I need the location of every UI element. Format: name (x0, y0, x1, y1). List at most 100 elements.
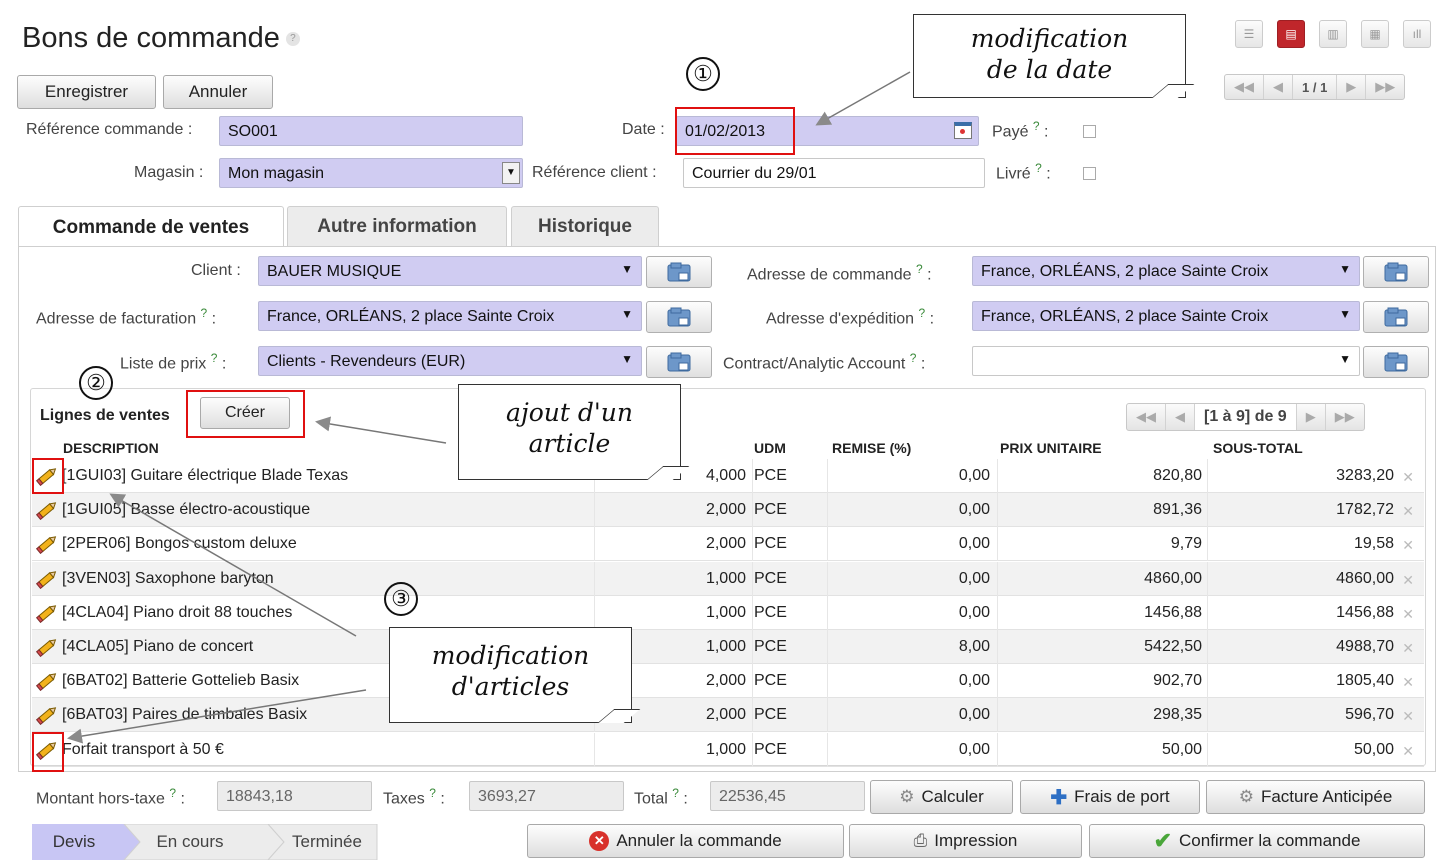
open-pricelist-button[interactable] (646, 346, 712, 378)
calendar-icon[interactable] (954, 122, 972, 139)
table-row[interactable]: [4CLA04] Piano droit 88 touches 1,000 PCE 0… (32, 595, 1424, 630)
column-unit-price[interactable]: PRIX UNITAIRE (1000, 440, 1102, 456)
client-ref-field[interactable]: Courrier du 29/01 (683, 158, 985, 188)
line-quantity: 1,000 (705, 569, 746, 587)
column-uom[interactable]: UDM (754, 440, 786, 456)
line-subtotal: 50,00 (1353, 740, 1394, 758)
delete-line-icon[interactable]: ✕ (1402, 469, 1414, 486)
confirm-order-button[interactable]: ✔ Confirmer la commande (1089, 824, 1425, 858)
order-address-select[interactable]: France, ORLÉANS, 2 place Sainte Croix ▼ (972, 256, 1360, 286)
shipping-costs-button[interactable]: ✚ Frais de port (1020, 780, 1200, 814)
dropdown-arrow-icon[interactable]: ▼ (621, 262, 633, 276)
dropdown-arrow-icon[interactable]: ▼ (1339, 352, 1351, 366)
table-row[interactable]: [6BAT02] Batterie Gottelieb Basix 2,000 PC… (32, 664, 1424, 699)
dropdown-arrow-icon[interactable]: ▼ (1339, 262, 1351, 276)
line-description: [4CLA05] Piano de concert (62, 638, 254, 655)
advance-invoice-button[interactable]: ⚙ Facture Anticipée (1206, 780, 1425, 814)
table-row[interactable]: Forfait transport à 50 € 1,000 PCE 0,00 50,0… (32, 732, 1424, 767)
table-row[interactable]: [6BAT03] Paires de timbales Basix 2,000 PC… (32, 698, 1424, 733)
pencil-edit-icon[interactable] (35, 603, 58, 628)
next-record-icon[interactable]: ▶ (1337, 75, 1367, 99)
pencil-edit-icon[interactable] (35, 671, 58, 696)
invoice-address-select[interactable]: France, ORLÉANS, 2 place Sainte Croix ▼ (258, 301, 642, 331)
last-record-icon[interactable]: ▶▶ (1366, 75, 1404, 99)
line-uom: PCE (754, 706, 787, 724)
pencil-edit-icon[interactable] (35, 500, 58, 525)
paid-checkbox[interactable] (1083, 125, 1096, 138)
line-quantity: 2,000 (705, 672, 746, 690)
table-row[interactable]: [3VEN03] Saxophone baryton 1,000 PCE 0,00 48… (32, 561, 1424, 596)
next-page-icon[interactable]: ▶ (1297, 404, 1326, 430)
analytic-account-select[interactable]: ▼ (972, 346, 1360, 376)
column-subtotal[interactable]: SOUS-TOTAL (1213, 440, 1303, 456)
column-discount[interactable]: REMISE (%) (832, 440, 911, 456)
last-page-icon[interactable]: ▶▶ (1326, 404, 1364, 430)
print-button[interactable]: ⎙ Impression (849, 824, 1082, 858)
delete-line-icon[interactable]: ✕ (1402, 640, 1414, 657)
graph-view-icon[interactable]: ıll (1403, 20, 1431, 48)
pencil-edit-icon[interactable] (35, 534, 58, 559)
open-order-address-button[interactable] (1363, 256, 1429, 288)
line-discount: 0,00 (958, 501, 990, 519)
table-row[interactable]: [1GUI05] Basse électro-acoustique 2,000 PC… (32, 493, 1424, 528)
cancel-order-button[interactable]: ✕ Annuler la commande (527, 824, 844, 858)
shop-select[interactable]: Mon magasin ▼ (219, 158, 523, 188)
tab-history[interactable]: Historique (511, 206, 659, 246)
delete-line-icon[interactable]: ✕ (1402, 503, 1414, 520)
dropdown-arrow-icon[interactable]: ▼ (621, 307, 633, 321)
cancel-button[interactable]: Annuler (163, 75, 273, 109)
pencil-edit-icon[interactable] (35, 637, 58, 662)
delete-line-icon[interactable]: ✕ (1402, 606, 1414, 623)
pencil-edit-icon[interactable] (35, 705, 58, 730)
column-description[interactable]: DESCRIPTION (63, 440, 159, 456)
note-add-article: ajout d'un article (458, 384, 690, 480)
dropdown-arrow-icon[interactable]: ▼ (502, 162, 520, 184)
delete-line-icon[interactable]: ✕ (1402, 674, 1414, 691)
order-ref-field[interactable]: SO001 (219, 116, 523, 146)
compute-button[interactable]: ⚙ Calculer (870, 780, 1013, 814)
delivered-checkbox[interactable] (1083, 167, 1096, 180)
delete-line-icon[interactable]: ✕ (1402, 572, 1414, 589)
pencil-edit-icon[interactable] (35, 569, 58, 594)
shipping-address-select[interactable]: France, ORLÉANS, 2 place Sainte Croix ▼ (972, 301, 1360, 331)
tab-sales-order[interactable]: Commande de ventes (18, 206, 284, 248)
page-view-icon[interactable]: ▥ (1319, 20, 1347, 48)
note-date-line1: modification (970, 24, 1129, 53)
line-subtotal: 4860,00 (1336, 569, 1394, 587)
open-shipping-address-button[interactable] (1363, 301, 1429, 333)
open-invoice-address-button[interactable] (646, 301, 712, 333)
delete-line-icon[interactable]: ✕ (1402, 708, 1414, 725)
table-row[interactable]: [4CLA05] Piano de concert 1,000 PCE 8,00 542… (32, 630, 1424, 664)
calendar-view-icon[interactable]: ▦ (1361, 20, 1389, 48)
prev-page-icon[interactable]: ◀ (1166, 404, 1195, 430)
ref-label: Référence commande : (26, 121, 193, 138)
delete-line-icon[interactable]: ✕ (1402, 537, 1414, 554)
line-description: [1GUI05] Basse électro-acoustique (62, 501, 311, 519)
delete-line-icon[interactable]: ✕ (1402, 743, 1414, 760)
save-button[interactable]: Enregistrer (17, 75, 156, 109)
dropdown-arrow-icon[interactable]: ▼ (621, 352, 633, 366)
open-analytic-account-button[interactable] (1363, 346, 1429, 378)
record-pager[interactable]: ◀◀ ◀ 1 / 1 ▶ ▶▶ (1224, 74, 1406, 100)
help-icon[interactable]: ? (285, 32, 300, 47)
prev-record-icon[interactable]: ◀ (1264, 75, 1293, 99)
first-page-icon[interactable]: ◀◀ (1127, 404, 1166, 430)
line-description: [3VEN03] Saxophone baryton (62, 569, 274, 587)
pricelist-value: Clients - Revendeurs (EUR) (267, 353, 466, 370)
dropdown-arrow-icon[interactable]: ▼ (1339, 307, 1351, 321)
list-view-icon[interactable]: ☰ (1235, 20, 1263, 48)
table-row[interactable]: [2PER06] Bongos custom deluxe 2,000 PCE 0,0… (32, 527, 1424, 562)
open-client-button[interactable] (646, 256, 712, 288)
lines-pager[interactable]: ◀◀ ◀ [1 à 9] de 9 ▶ ▶▶ (1126, 403, 1365, 431)
folder-open-icon (667, 307, 691, 327)
pricelist-select[interactable]: Clients - Revendeurs (EUR) ▼ (258, 346, 642, 376)
first-record-icon[interactable]: ◀◀ (1225, 75, 1264, 99)
form-view-icon[interactable]: ▤ (1277, 20, 1305, 48)
plus-icon: ✚ (1050, 786, 1068, 809)
tab-other-info[interactable]: Autre information (287, 206, 507, 246)
taxes-label: Taxes ? : (383, 786, 445, 808)
line-unit-price: 1456,88 (1144, 603, 1202, 621)
client-select[interactable]: BAUER MUSIQUE ▼ (258, 256, 642, 286)
table-row[interactable]: [1GUI03] Guitare électrique Blade Texas 4… (32, 459, 1424, 493)
gears-icon: ⚙ (1238, 787, 1254, 806)
